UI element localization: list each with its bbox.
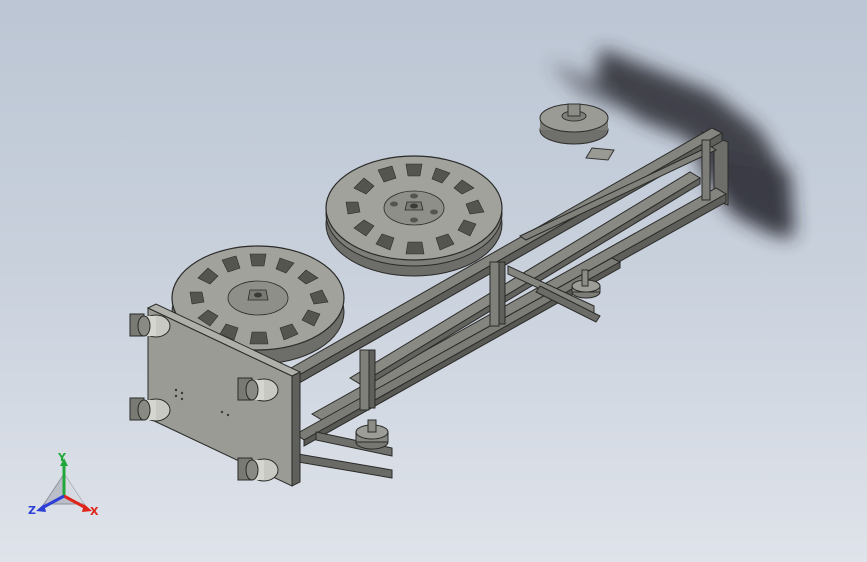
- reel-large: [325, 155, 503, 277]
- 3d-viewport[interactable]: X Y Z: [0, 0, 867, 562]
- z-axis-label: Z: [28, 504, 36, 517]
- y-axis-label: Y: [58, 451, 66, 464]
- x-axis-label: X: [90, 505, 99, 518]
- end-pulley: [539, 103, 609, 145]
- model-view[interactable]: [0, 0, 867, 562]
- orientation-triad[interactable]: X Y Z: [22, 446, 110, 528]
- lower-pulley: [355, 419, 389, 450]
